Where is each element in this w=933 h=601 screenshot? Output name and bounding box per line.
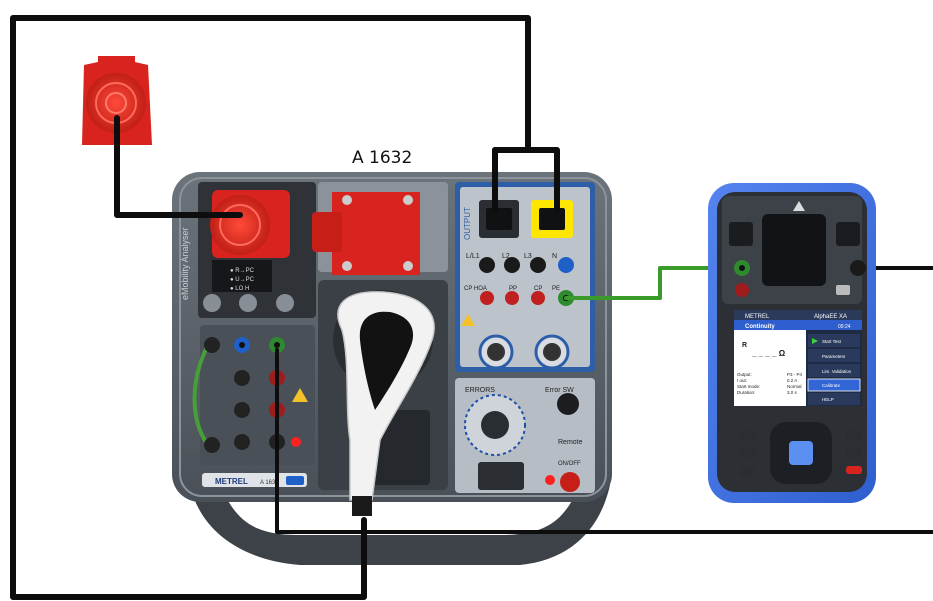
- terminal-l1[interactable]: [479, 257, 495, 273]
- errors-knob[interactable]: [481, 411, 509, 439]
- output-label: OUTPUT: [463, 207, 472, 240]
- term-label-pe: PE: [552, 286, 560, 292]
- menu-label-1: Parameters: [822, 354, 846, 359]
- menu-label-4: HELP: [822, 397, 834, 402]
- instrument-model: AlphaEE XA: [814, 314, 847, 320]
- term-label-l1: L/L1: [466, 253, 480, 260]
- param-label-1: I out:: [737, 378, 747, 383]
- param-label-3: Duration:: [737, 390, 755, 395]
- terminal-l3[interactable]: [530, 257, 546, 273]
- errors-label: ERRORS: [465, 387, 495, 394]
- terminal-n[interactable]: [558, 257, 574, 273]
- brand-label: METREL: [215, 477, 248, 486]
- terminal-pp[interactable]: [505, 291, 519, 305]
- param-value-2: Normal: [787, 384, 802, 389]
- menu-label-0: Start Test: [822, 339, 842, 344]
- instrument-terminal-red[interactable]: [735, 283, 749, 297]
- term-label-cphoa: CP HOA: [464, 286, 487, 292]
- terminal-l2[interactable]: [504, 257, 520, 273]
- dpad-center[interactable]: [789, 441, 813, 465]
- mobility-label: eMobility Analyser: [180, 227, 190, 300]
- result-label: R: [742, 342, 747, 349]
- instrument-brand: METREL: [745, 314, 770, 320]
- error-sw-label: Error SW: [545, 387, 574, 394]
- instrument-power[interactable]: [846, 466, 862, 474]
- onoff-button[interactable]: [560, 472, 580, 492]
- param-value-1: 0.2 A: [787, 378, 797, 383]
- screen-title: Continuity: [745, 324, 775, 330]
- menu-label-3: Calibrate: [822, 383, 841, 388]
- menu-label-2: Lim. Validation: [822, 369, 852, 374]
- svg-text:● U→PC: ● U→PC: [230, 277, 255, 283]
- error-sw-button[interactable]: [557, 393, 579, 415]
- result-value: _ _ _ _ Ω: [751, 349, 786, 358]
- fuse-f3: [276, 294, 294, 312]
- param-label-0: Output:: [737, 372, 752, 377]
- terminal-cphoa[interactable]: [480, 291, 494, 305]
- screen-time: 09:24: [838, 324, 851, 330]
- menu-help[interactable]: [808, 393, 860, 405]
- usb-port[interactable]: [478, 462, 524, 490]
- onoff-label: ON/OFF: [558, 461, 581, 467]
- svg-text:● LO H: ● LO H: [230, 286, 249, 292]
- device-label: A 1632: [352, 148, 413, 168]
- connection-diagram: eMobility Analyser ● R→PC ● U→PC ● LO H …: [10, 15, 933, 600]
- fuse-f1: [203, 294, 221, 312]
- term-label-l3: L3: [524, 253, 532, 260]
- term-label-n: N: [552, 253, 557, 260]
- param-value-0: P3 - P4: [787, 372, 803, 377]
- param-label-2: Start mode:: [737, 384, 760, 389]
- param-value-3: 3.0 s: [787, 390, 798, 395]
- remote-label: Remote: [558, 439, 583, 446]
- svg-text:● R→PC: ● R→PC: [230, 268, 255, 274]
- cee-socket-center[interactable]: [312, 182, 448, 275]
- instrument-alphaee: METREL AlphaEE XA Continuity 09:24 R _ _…: [708, 183, 876, 503]
- instrument-terminal-black[interactable]: [850, 260, 866, 276]
- terminal-cp[interactable]: [531, 291, 545, 305]
- fuse-f2: [239, 294, 257, 312]
